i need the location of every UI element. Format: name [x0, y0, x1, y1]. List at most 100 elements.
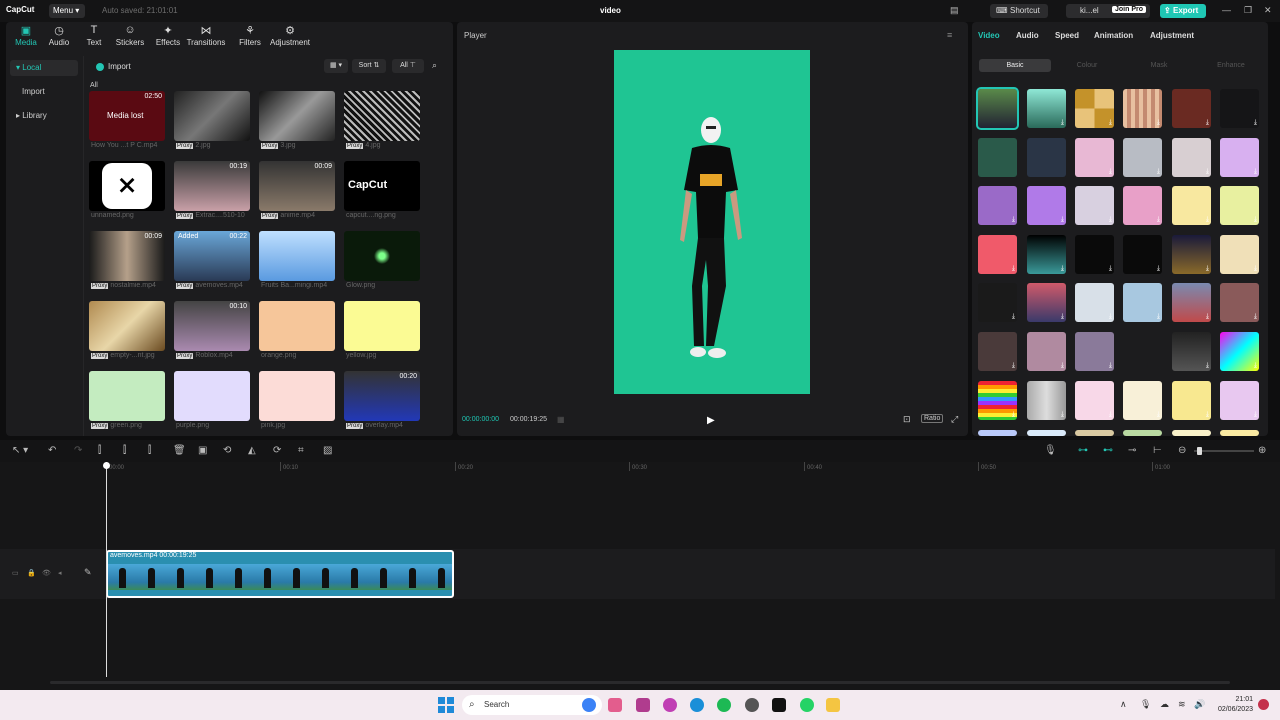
track-lock-icon[interactable]: 🔒	[27, 569, 36, 577]
media-thumbnail[interactable]: 00:10	[174, 301, 250, 351]
background-option[interactable]: ⤓	[1220, 283, 1259, 322]
background-option[interactable]: ⤓	[1075, 186, 1114, 225]
play-icon[interactable]: ▶	[707, 415, 715, 426]
tab-audio[interactable]: Audio	[1016, 31, 1039, 40]
windows-start-icon[interactable]	[438, 697, 454, 713]
video-clip[interactable]: avemoves.mp4 00:00:19:25	[106, 550, 454, 598]
tab-text[interactable]: T Text	[74, 24, 114, 47]
tab-effects[interactable]: ✦ Effects	[148, 24, 188, 47]
background-option[interactable]	[1123, 332, 1162, 371]
background-option[interactable]: ⤓	[1123, 89, 1162, 128]
freeze-icon[interactable]: ▣	[198, 445, 207, 456]
media-thumbnail[interactable]	[259, 91, 335, 141]
file-explorer-icon[interactable]	[826, 698, 840, 712]
tab-transitions[interactable]: ⋈ Transitions	[186, 24, 226, 47]
rotate-icon[interactable]: ⟳	[273, 445, 281, 456]
join-pro-button[interactable]: Join Pro	[1112, 6, 1147, 13]
media-thumbnail[interactable]: 00:09	[259, 161, 335, 211]
edit-cover-icon[interactable]: ✎	[84, 567, 92, 578]
background-option[interactable]: ⤓	[1172, 138, 1211, 177]
background-option[interactable]	[1075, 430, 1114, 436]
background-option[interactable]: ⤓	[1027, 332, 1066, 371]
microphone-icon[interactable]: 🎙	[1044, 445, 1057, 456]
tab-adjustment[interactable]: Adjustment	[1150, 31, 1194, 40]
whatsapp-icon[interactable]	[800, 698, 814, 712]
media-thumbnail[interactable]	[344, 91, 420, 141]
background-option[interactable]: ⤓	[978, 283, 1017, 322]
background-option[interactable]	[976, 87, 1019, 130]
media-thumbnail[interactable]	[344, 301, 420, 351]
track-cover-icon[interactable]: ▭	[12, 569, 19, 577]
media-thumbnail[interactable]: ⨯	[89, 161, 165, 211]
taskbar-clock[interactable]: 21:01 02/06/2023	[1213, 695, 1253, 715]
background-option[interactable]: ⤓	[1220, 235, 1259, 274]
edge-icon[interactable]	[690, 698, 704, 712]
subtab-mask[interactable]: Mask	[1123, 59, 1195, 72]
timecode-grid-icon[interactable]: ▦	[557, 415, 565, 424]
notification-badge-icon[interactable]	[1258, 699, 1269, 710]
preview-canvas[interactable]	[614, 50, 810, 394]
background-option[interactable]: ⤓	[1123, 235, 1162, 274]
minimize-icon[interactable]: —	[1222, 5, 1231, 15]
background-option[interactable]: ⤓	[1027, 283, 1066, 322]
delete-icon[interactable]: 🗑	[173, 445, 186, 456]
media-thumbnail[interactable]: CapCut	[344, 161, 420, 211]
crop-icon[interactable]: ⌗	[298, 445, 304, 456]
media-thumbnail[interactable]	[174, 91, 250, 141]
media-thumbnail[interactable]	[89, 371, 165, 421]
capcut-taskbar-icon[interactable]	[772, 698, 786, 712]
background-option[interactable]: ⤓	[1075, 332, 1114, 371]
background-option[interactable]: ⤓	[978, 381, 1017, 420]
background-option[interactable]	[978, 430, 1017, 436]
zoom-slider[interactable]	[1194, 450, 1254, 452]
tab-animation[interactable]: Animation	[1094, 31, 1133, 40]
background-option[interactable]: ⤓	[1220, 332, 1259, 371]
layout-icon[interactable]: ▤	[950, 5, 959, 16]
mirror-icon[interactable]: ◭	[248, 445, 256, 456]
undo-icon[interactable]: ↶	[48, 445, 56, 456]
reverse-icon[interactable]: ⟲	[223, 445, 231, 456]
media-thumbnail[interactable]: 00:22 Added	[174, 231, 250, 281]
subtab-enhance[interactable]: Enhance	[1195, 59, 1267, 72]
background-option[interactable]: ⤓	[1172, 186, 1211, 225]
close-icon[interactable]: ✕	[1264, 5, 1272, 16]
background-option[interactable]: ⤓	[1220, 138, 1259, 177]
tray-wifi-icon[interactable]: ≋	[1178, 699, 1186, 710]
auto-reframe-icon[interactable]: ▨	[323, 445, 332, 456]
background-option[interactable]: ⤓	[1123, 283, 1162, 322]
taskbar-search[interactable]: ⌕ Search	[462, 695, 602, 715]
menu-button[interactable]: Menu ▾	[49, 4, 85, 18]
background-option[interactable]: ⤓	[1027, 235, 1066, 274]
background-option[interactable]: ⤓	[1123, 138, 1162, 177]
clipchamp-icon[interactable]	[608, 698, 622, 712]
background-option[interactable]: ⤓	[1220, 89, 1259, 128]
background-option[interactable]	[1027, 430, 1066, 436]
background-option[interactable]: ⤓	[1027, 381, 1066, 420]
tab-stickers[interactable]: ☺ Stickers	[110, 24, 150, 47]
media-thumbnail[interactable]	[259, 231, 335, 281]
background-option[interactable]: ⤓	[1172, 381, 1211, 420]
background-option[interactable]: ⤓	[1220, 186, 1259, 225]
player-menu-icon[interactable]: ≡	[947, 30, 952, 40]
view-mode-button[interactable]: ▦ ▾	[324, 59, 348, 73]
media-thumbnail[interactable]: 00:19	[174, 161, 250, 211]
tray-volume-icon[interactable]: 🔊	[1194, 699, 1205, 710]
linkage-icon[interactable]: ⊸	[1128, 445, 1136, 456]
nav-library[interactable]: ▸ Library	[10, 108, 78, 124]
ratio-button[interactable]: Ratio	[921, 414, 944, 423]
main-track-magnet-icon[interactable]: ⊶	[1078, 445, 1088, 456]
playhead[interactable]	[106, 462, 107, 677]
filter-all-button[interactable]: All ⊤	[392, 59, 424, 73]
tab-filters[interactable]: ⚘ Filters	[230, 24, 270, 47]
tray-mic-icon[interactable]: 🎙	[1140, 699, 1151, 710]
background-option[interactable]	[1220, 430, 1259, 436]
tab-speed[interactable]: Speed	[1055, 31, 1079, 40]
media-thumbnail[interactable]	[89, 301, 165, 351]
zoom-out-icon[interactable]: ⊖	[1178, 445, 1186, 456]
media-thumbnail[interactable]	[344, 231, 420, 281]
background-option[interactable]: ⤓	[1172, 332, 1211, 371]
media-thumbnail[interactable]: 00:20	[344, 371, 420, 421]
tab-adjustment[interactable]: ⚙ Adjustment	[266, 24, 314, 47]
media-thumbnail[interactable]: 00:09	[89, 231, 165, 281]
background-option[interactable]	[1172, 430, 1211, 436]
